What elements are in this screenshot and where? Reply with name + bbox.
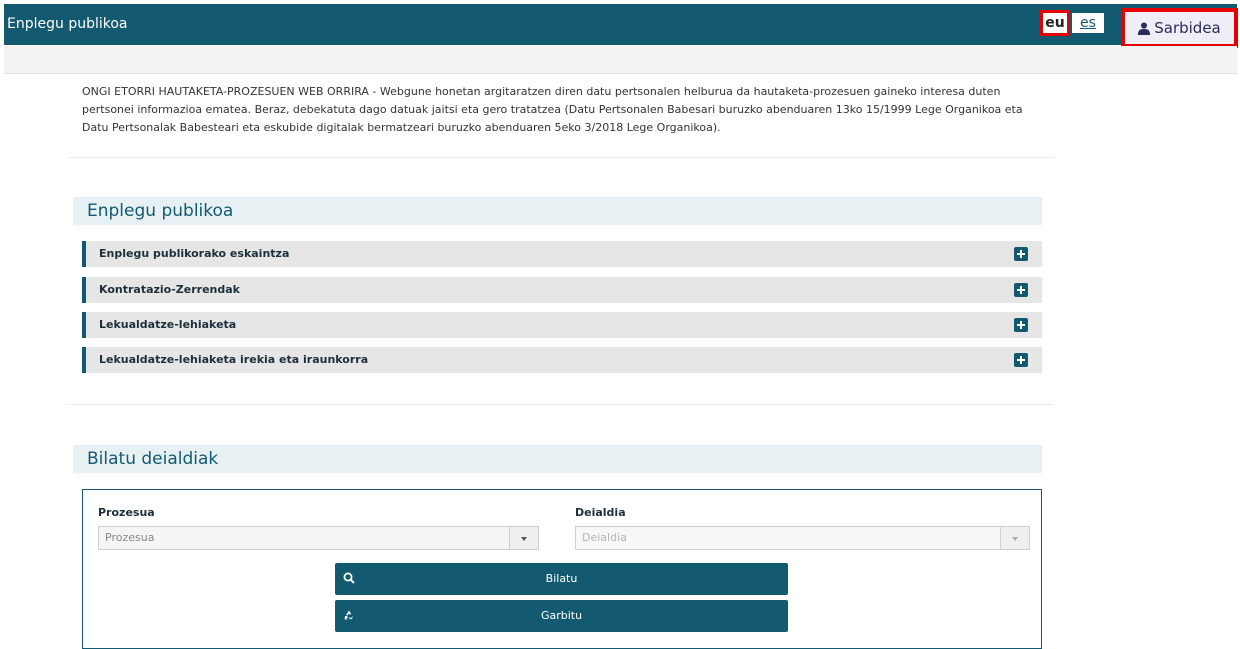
clear-button-label: Garbitu xyxy=(540,609,583,622)
sub-bar xyxy=(4,46,1237,74)
accordion-item-open-transfer-contest[interactable]: Lekualdatze-lehiaketa irekia eta iraunko… xyxy=(82,347,1042,373)
login-label: Sarbidea xyxy=(1154,19,1221,37)
search-button[interactable]: Bilatu xyxy=(335,563,788,595)
divider xyxy=(68,157,1054,158)
call-select[interactable]: Deialdia xyxy=(575,526,1030,550)
intro-text: ONGI ETORRI HAUTAKETA-PROZESUEN WEB ORRI… xyxy=(82,85,1023,134)
login-button[interactable]: Sarbidea xyxy=(1121,8,1238,48)
divider xyxy=(68,404,1054,405)
chevron-down-icon[interactable] xyxy=(509,527,538,549)
call-label: Deialdia xyxy=(575,506,626,519)
chevron-down-icon[interactable] xyxy=(1000,527,1029,549)
process-select[interactable]: Prozesua xyxy=(98,526,539,550)
section-heading-search: Bilatu deialdiak xyxy=(73,445,1042,473)
plus-icon[interactable] xyxy=(1014,247,1028,261)
accordion-item-offer[interactable]: Enplegu publikorako eskaintza xyxy=(82,241,1042,267)
plus-icon[interactable] xyxy=(1014,353,1028,367)
process-select-value: Prozesua xyxy=(105,531,155,544)
recycle-icon xyxy=(344,610,354,620)
language-es-link[interactable]: es xyxy=(1072,13,1104,33)
accordion-item-transfer-contest[interactable]: Lekualdatze-lehiaketa xyxy=(82,312,1042,338)
app-title: Enplegu publikoa xyxy=(7,16,128,32)
plus-icon[interactable] xyxy=(1014,318,1028,332)
process-label: Prozesua xyxy=(98,506,155,519)
search-button-label: Bilatu xyxy=(545,572,578,585)
accordion-item-hiring-lists[interactable]: Kontratazio-Zerrendak xyxy=(82,277,1042,303)
plus-icon[interactable] xyxy=(1014,283,1028,297)
accordion-item-label: Lekualdatze-lehiaketa irekia eta iraunko… xyxy=(99,353,369,366)
user-icon xyxy=(1138,22,1151,35)
section-heading-public-employment: Enplegu publikoa xyxy=(73,197,1042,225)
accordion-item-label: Kontratazio-Zerrendak xyxy=(99,283,240,296)
accordion-item-label: Lekualdatze-lehiaketa xyxy=(99,318,237,331)
clear-button[interactable]: Garbitu xyxy=(335,600,788,632)
search-icon xyxy=(343,572,355,584)
call-select-value: Deialdia xyxy=(582,531,627,544)
language-eu-link[interactable]: eu xyxy=(1040,10,1070,36)
accordion-item-label: Enplegu publikorako eskaintza xyxy=(99,247,290,260)
